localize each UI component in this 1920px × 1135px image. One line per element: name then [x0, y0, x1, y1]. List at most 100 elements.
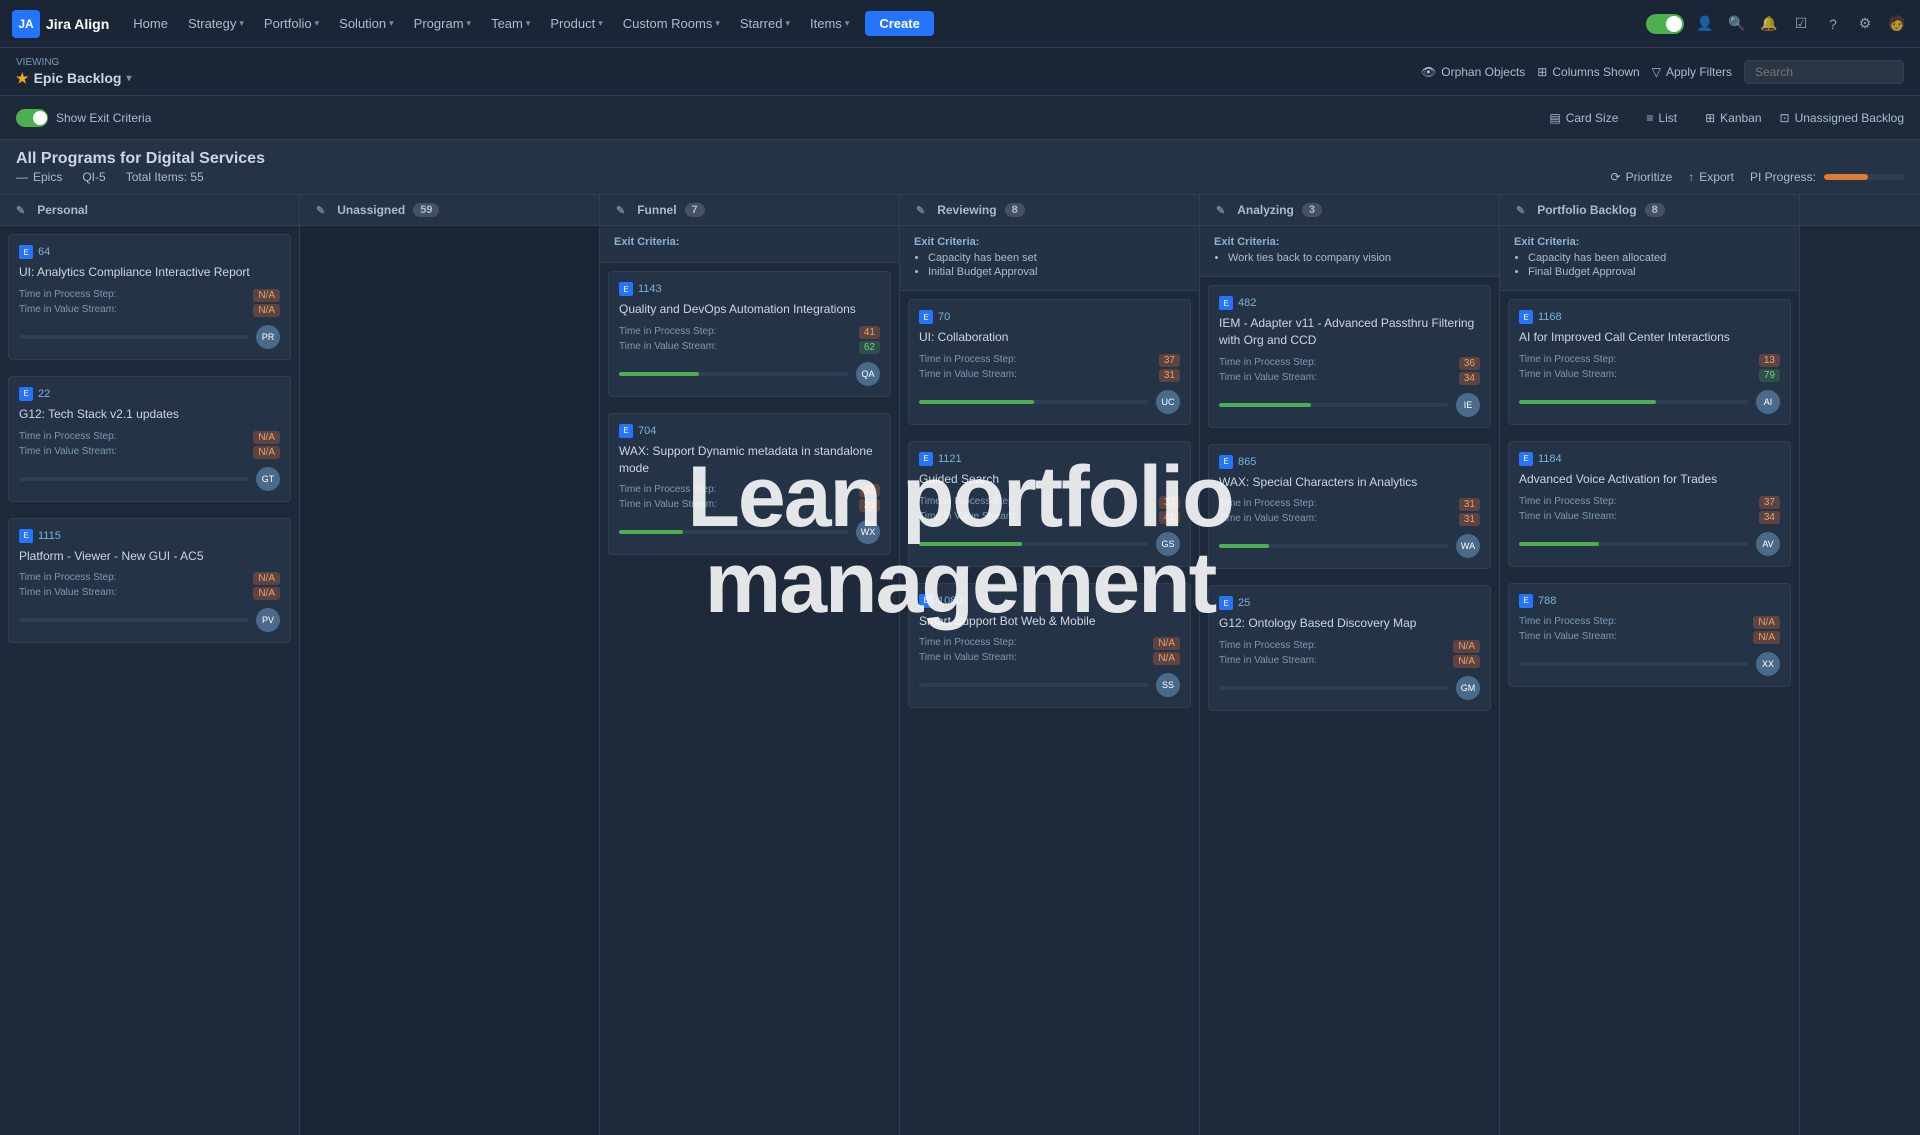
card-id: E1121: [919, 452, 1180, 466]
chevron-down-icon: ▾: [526, 18, 531, 29]
column-reviewing: Exit Criteria: Capacity has been set Ini…: [900, 226, 1200, 1135]
epics-bar-right: ⟳ Prioritize ↑ Export PI Progress:: [1611, 170, 1904, 184]
viewing-section: Viewing ★ Epic Backlog ▾: [16, 57, 132, 87]
edit-icon[interactable]: ✎: [16, 204, 25, 217]
card-22[interactable]: E22 G12: Tech Stack v2.1 updates Time in…: [8, 376, 291, 502]
edit-icon[interactable]: ✎: [616, 204, 625, 217]
orphan-objects-button[interactable]: 👁 Orphan Objects: [1421, 65, 1525, 79]
edit-icon[interactable]: ✎: [916, 204, 925, 217]
chevron-down-icon: ▾: [389, 18, 394, 29]
epic-icon: E: [919, 594, 933, 608]
avatar: PR: [256, 325, 280, 349]
nav-portfolio[interactable]: Portfolio▾: [256, 12, 327, 35]
epic-icon: E: [19, 387, 33, 401]
view-controls-right: ▤ Card Size ≡ List ⊞ Kanban ⊡ Unassigned…: [1539, 107, 1904, 129]
chevron-down-icon: ▾: [315, 18, 320, 29]
epic-icon: E: [1219, 455, 1233, 469]
export-button[interactable]: ↑ Export: [1688, 170, 1734, 184]
kanban-view-button[interactable]: ⊞ Kanban: [1695, 107, 1771, 129]
epics-toggle[interactable]: — Epics: [16, 170, 62, 184]
nav-home[interactable]: Home: [125, 12, 176, 35]
help-icon[interactable]: ?: [1822, 13, 1844, 35]
avatar: WX: [856, 520, 880, 544]
nav-custom-rooms[interactable]: Custom Rooms▾: [615, 12, 728, 35]
edit-icon[interactable]: ✎: [316, 204, 325, 217]
pi-progress: PI Progress:: [1750, 170, 1904, 184]
settings-icon[interactable]: ⚙: [1854, 13, 1876, 35]
logo-icon: JA: [12, 10, 40, 38]
card-788[interactable]: E788 Time in Process Step:N/A Time in Va…: [1508, 583, 1791, 687]
card-meta: Time in Process Step:N/A Time in Value S…: [19, 572, 280, 600]
search-input[interactable]: [1744, 60, 1904, 84]
card-704[interactable]: E704 WAX: Support Dynamic metadata in st…: [608, 413, 891, 556]
list-view-button[interactable]: ≡ List: [1636, 107, 1687, 129]
nav-product[interactable]: Product▾: [542, 12, 610, 35]
unassigned-backlog-button[interactable]: ⊡ Unassigned Backlog: [1780, 111, 1904, 125]
card-title: UI: Collaboration: [919, 329, 1180, 346]
col-header-reviewing: ✎ Reviewing 8: [900, 195, 1200, 225]
card-meta: Time in Process Step:N/A Time in Value S…: [1219, 640, 1480, 668]
create-button[interactable]: Create: [865, 11, 933, 36]
card-id: E1168: [1519, 310, 1780, 324]
card-meta: Time in Process Step:31 Time in Value St…: [619, 484, 880, 512]
apply-filters-button[interactable]: ▽ Apply Filters: [1652, 65, 1732, 79]
columns-shown-button[interactable]: ⊞ Columns Shown: [1537, 65, 1639, 79]
chevron-down-icon: ▾: [467, 18, 472, 29]
card-1143[interactable]: E1143 Quality and DevOps Automation Inte…: [608, 271, 891, 397]
pi-progress-bar: [1824, 174, 1904, 180]
avatar-icon[interactable]: 🧑: [1886, 13, 1908, 35]
card-title: Smart Support Bot Web & Mobile: [919, 613, 1180, 630]
col-header-portfolio-backlog: ✎ Portfolio Backlog 8: [1500, 195, 1800, 225]
toggle-switch[interactable]: [1646, 14, 1684, 34]
viewing-label: Viewing: [16, 57, 132, 68]
nav-items[interactable]: Items▾: [802, 12, 857, 35]
card-id: E1080: [919, 594, 1180, 608]
card-70[interactable]: E70 UI: Collaboration Time in Process St…: [908, 299, 1191, 425]
logo[interactable]: JA Jira Align: [12, 10, 109, 38]
epic-icon: E: [19, 245, 33, 259]
card-1168[interactable]: E1168 AI for Improved Call Center Intera…: [1508, 299, 1791, 425]
card-1184[interactable]: E1184 Advanced Voice Activation for Trad…: [1508, 441, 1791, 567]
nav-program[interactable]: Program▾: [406, 12, 479, 35]
chevron-down-icon: ▾: [715, 18, 720, 29]
card-title: UI: Analytics Compliance Interactive Rep…: [19, 264, 280, 281]
card-meta: Time in Process Step:N/A Time in Value S…: [19, 431, 280, 459]
card-64[interactable]: E 64 UI: Analytics Compliance Interactiv…: [8, 234, 291, 360]
exit-criteria-toggle[interactable]: [16, 109, 48, 127]
card-title: WAX: Support Dynamic metadata in standal…: [619, 443, 880, 477]
card-1121[interactable]: E1121 Guided Search Time in Process Step…: [908, 441, 1191, 567]
exit-criteria-toggle-label: Show Exit Criteria: [16, 109, 151, 127]
user-icon[interactable]: 👤: [1694, 13, 1716, 35]
card-size-button[interactable]: ▤ Card Size: [1539, 107, 1628, 129]
card-1115[interactable]: E1115 Platform - Viewer - New GUI - AC5 …: [8, 518, 291, 644]
prioritize-icon: ⟳: [1611, 170, 1621, 184]
epic-icon: E: [1519, 452, 1533, 466]
top-nav: JA Jira Align Home Strategy▾ Portfolio▾ …: [0, 0, 1920, 48]
card-id: E482: [1219, 296, 1480, 310]
check-icon[interactable]: ☑: [1790, 13, 1812, 35]
card-meta: Time in Process Step:41 Time in Value St…: [619, 326, 880, 354]
avatar: UC: [1156, 390, 1180, 414]
card-25[interactable]: E25 G12: Ontology Based Discovery Map Ti…: [1208, 585, 1491, 711]
nav-starred[interactable]: Starred▾: [732, 12, 798, 35]
star-icon[interactable]: ★: [16, 70, 29, 87]
avatar: SS: [1156, 673, 1180, 697]
epic-icon: E: [1219, 596, 1233, 610]
nav-strategy[interactable]: Strategy▾: [180, 12, 252, 35]
prioritize-button[interactable]: ⟳ Prioritize: [1611, 170, 1673, 184]
epic-icon: E: [1219, 296, 1233, 310]
sub-bar: Viewing ★ Epic Backlog ▾ 👁 Orphan Object…: [0, 48, 1920, 96]
edit-icon[interactable]: ✎: [1516, 204, 1525, 217]
search-icon[interactable]: 🔍: [1726, 13, 1748, 35]
dropdown-arrow-icon[interactable]: ▾: [126, 73, 131, 84]
card-title: AI for Improved Call Center Interactions: [1519, 329, 1780, 346]
bell-icon[interactable]: 🔔: [1758, 13, 1780, 35]
nav-team[interactable]: Team▾: [483, 12, 538, 35]
nav-solution[interactable]: Solution▾: [331, 12, 402, 35]
card-482[interactable]: E482 IEM - Adapter v11 - Advanced Passth…: [1208, 285, 1491, 428]
collapse-icon: —: [16, 170, 28, 184]
edit-icon[interactable]: ✎: [1216, 204, 1225, 217]
avatar: IE: [1456, 393, 1480, 417]
card-1080[interactable]: E1080 Smart Support Bot Web & Mobile Tim…: [908, 583, 1191, 709]
card-865[interactable]: E865 WAX: Special Characters in Analytic…: [1208, 444, 1491, 570]
